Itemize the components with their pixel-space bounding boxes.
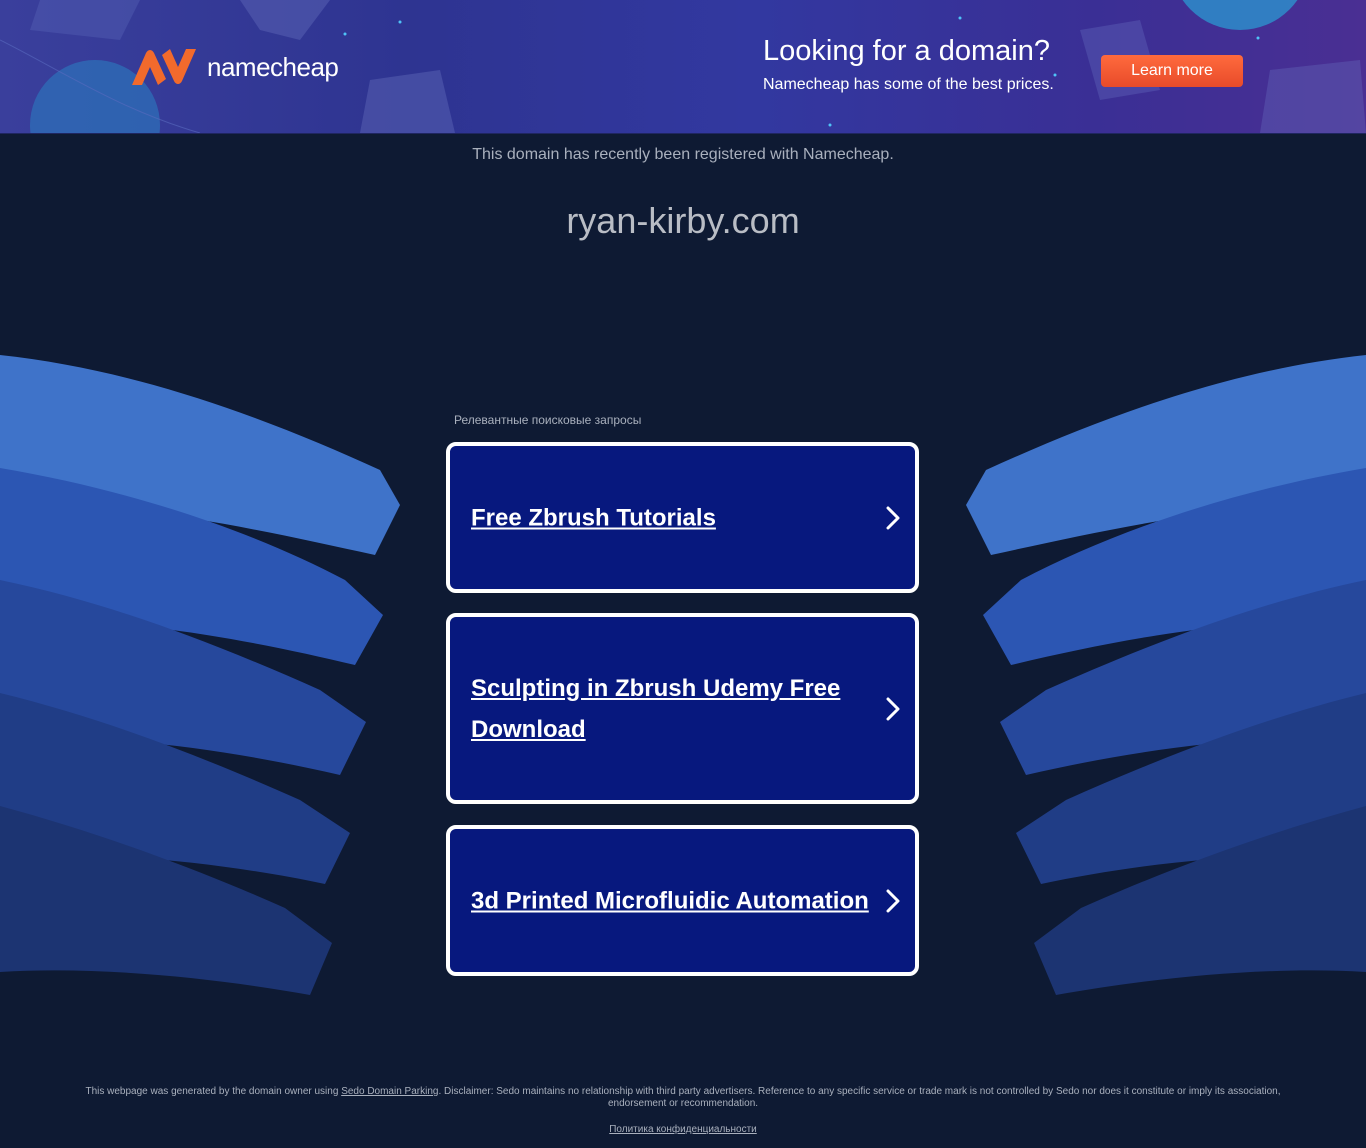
learn-more-button[interactable]: Learn more — [1101, 55, 1243, 87]
chevron-right-icon — [886, 889, 900, 912]
related-search-label-wrap: 3d Printed Microfluidic Automation — [471, 880, 871, 921]
related-search-label[interactable]: Sculpting in Zbrush Udemy Free Download — [471, 675, 840, 743]
related-search-link[interactable]: 3d Printed Microfluidic Automation — [446, 825, 919, 976]
chevron-right-icon — [886, 506, 900, 529]
footer-text-after-link: . Disclaimer: Sedo maintains no relation… — [438, 1086, 1281, 1109]
namecheap-wordmark: namecheap — [207, 51, 339, 82]
promo-subline: Namecheap has some of the best prices. — [763, 76, 1054, 93]
related-search-label[interactable]: Free Zbrush Tutorials — [471, 504, 716, 531]
chevron-right-icon — [886, 697, 900, 720]
namecheap-promo-banner: namecheap Looking for a domain? Namechea… — [0, 0, 1366, 134]
related-searches-title: Релевантные поисковые запросы — [454, 413, 642, 427]
footer-disclaimer: This webpage was generated by the domain… — [80, 1086, 1286, 1110]
privacy-policy-wrap: Политика конфиденциальности — [0, 1124, 1366, 1135]
related-search-link[interactable]: Free Zbrush Tutorials — [446, 442, 919, 593]
sedo-domain-parking-link[interactable]: Sedo Domain Parking — [341, 1086, 438, 1097]
footer-text-before-link: This webpage was generated by the domain… — [85, 1086, 342, 1097]
promo-headline: Looking for a domain? — [763, 35, 1050, 67]
related-search-label[interactable]: 3d Printed Microfluidic Automation — [471, 887, 869, 914]
domain-name-title: ryan-kirby.com — [566, 200, 800, 241]
related-search-label-wrap: Free Zbrush Tutorials — [471, 497, 857, 538]
parked-domain-page: namecheap Looking for a domain? Namechea… — [0, 0, 1366, 1148]
related-search-link[interactable]: Sculpting in Zbrush Udemy Free Download — [446, 613, 919, 804]
privacy-policy-link[interactable]: Политика конфиденциальности — [609, 1124, 757, 1135]
namecheap-n-logo-icon — [132, 49, 196, 85]
namecheap-logo[interactable]: namecheap — [130, 47, 339, 87]
registered-note: This domain has recently been registered… — [472, 146, 894, 163]
related-search-label-wrap: Sculpting in Zbrush Udemy Free Download — [471, 668, 857, 750]
